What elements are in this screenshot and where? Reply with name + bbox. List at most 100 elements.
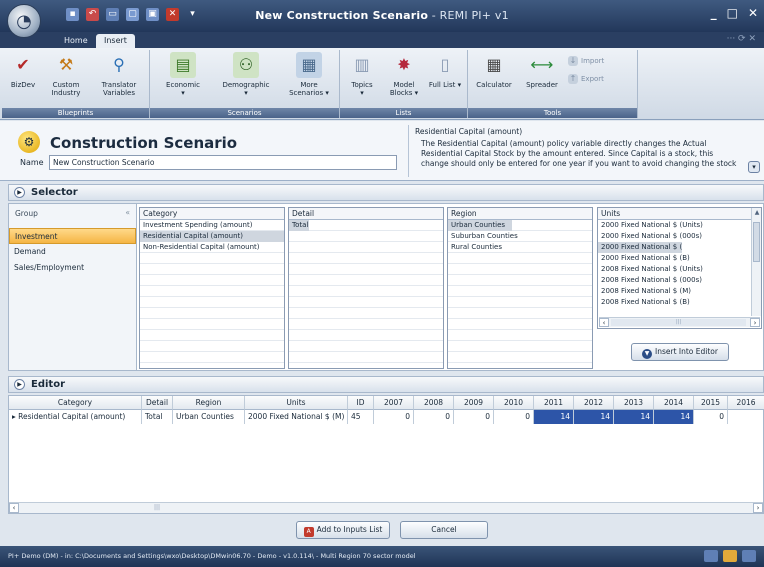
app-menu-button[interactable]: ◔ — [7, 4, 41, 38]
column-header[interactable]: 2013 — [614, 396, 654, 410]
units-horizontal-scrollbar[interactable]: ‹ ||| › — [599, 317, 760, 327]
list-item[interactable]: Suburban Counties — [448, 231, 592, 242]
selector-section-bar[interactable]: ▶ Selector — [8, 184, 764, 201]
list-item[interactable]: Residential Capital (amount) — [140, 231, 284, 242]
column-header[interactable]: Detail — [142, 396, 173, 410]
column-header[interactable]: 2007 — [374, 396, 414, 410]
units-listbox[interactable]: Units 2000 Fixed National $ (Units) 2000… — [597, 207, 762, 329]
list-item[interactable]: 2008 Fixed National $ (M) — [598, 286, 749, 297]
export-button[interactable]: ↑ Export — [568, 74, 624, 84]
expand-collapse-icon[interactable]: ▶ — [14, 379, 25, 390]
model-blocks-icon: ✸ — [397, 55, 411, 74]
scroll-up-icon[interactable]: ▲ — [752, 208, 761, 218]
app-logo-icon: ◔ — [16, 10, 32, 32]
group-item-demand[interactable]: Demand — [9, 244, 136, 260]
column-header[interactable]: 2016 — [728, 396, 764, 410]
column-header[interactable]: Units — [245, 396, 348, 410]
detail-listbox[interactable]: Detail Total — [288, 207, 444, 369]
table-row[interactable]: ▸ Residential Capital (amount) Total Urb… — [9, 410, 764, 424]
cancel-button[interactable]: Cancel — [400, 521, 488, 539]
cell-id[interactable]: 45 — [348, 410, 374, 424]
add-to-inputs-list-button[interactable]: A Add to Inputs List — [296, 521, 390, 539]
cell-units[interactable]: 2000 Fixed National $ (M) — [245, 410, 348, 424]
cell-2014[interactable]: 14 — [654, 410, 694, 424]
expand-collapse-icon[interactable]: ▶ — [14, 187, 25, 198]
chevron-down-icon[interactable]: ▾ — [748, 161, 760, 173]
group-item-investment[interactable]: Investment — [9, 228, 136, 244]
list-item[interactable]: 2008 Fixed National $ (Units) — [598, 264, 749, 275]
list-item[interactable]: Rural Counties — [448, 242, 592, 253]
scroll-right-icon[interactable]: › — [753, 503, 763, 513]
calculator-button[interactable]: ▦ Calculator — [472, 52, 516, 90]
list-item[interactable]: Urban Counties — [448, 220, 512, 231]
maximize-icon[interactable]: □ — [727, 6, 738, 20]
column-header[interactable]: ID — [348, 396, 374, 410]
column-header[interactable]: 2008 — [414, 396, 454, 410]
scroll-left-icon[interactable]: ‹ — [599, 318, 609, 327]
import-button[interactable]: ↓ Import — [568, 56, 624, 66]
more-scenarios-button[interactable]: ▦ More Scenarios ▾ — [284, 52, 334, 97]
translator-variables-button[interactable]: ⚲ Translator Variables — [94, 52, 144, 98]
custom-industry-button[interactable]: ⚒ Custom Industry — [46, 52, 86, 98]
cell-2011[interactable]: 14 — [534, 410, 574, 424]
scroll-right-icon[interactable]: › — [750, 318, 760, 327]
editor-horizontal-scrollbar[interactable]: ‹ ||| › — [9, 502, 763, 513]
economic-button[interactable]: ▤ Economic ▾ — [160, 52, 206, 97]
ribbon-options-icon[interactable]: ··· ⟳ ✕ — [727, 34, 756, 44]
cell-2016[interactable] — [728, 410, 764, 424]
column-header[interactable]: 2009 — [454, 396, 494, 410]
insert-into-editor-button[interactable]: ▼ Insert Into Editor — [631, 343, 729, 361]
scroll-left-icon[interactable]: ‹ — [9, 503, 19, 513]
column-header[interactable]: 2014 — [654, 396, 694, 410]
close-icon[interactable]: ✕ — [748, 6, 758, 20]
cell-2015[interactable]: 0 — [694, 410, 728, 424]
tab-insert[interactable]: Insert — [96, 34, 135, 48]
status-layout-icon[interactable] — [723, 550, 737, 562]
list-item[interactable]: 2000 Fixed National $ (Units) — [598, 220, 749, 231]
list-item[interactable]: 2008 Fixed National $ (B) — [598, 297, 749, 308]
list-item[interactable]: 2000 Fixed National $ (000s) — [598, 231, 749, 242]
topics-button[interactable]: ▥ Topics ▾ — [344, 52, 380, 98]
cell-category[interactable]: ▸ Residential Capital (amount) — [9, 410, 142, 424]
list-item[interactable]: Total — [289, 220, 309, 231]
full-list-label: Full List — [428, 81, 456, 89]
column-header[interactable]: 2015 — [694, 396, 728, 410]
column-header[interactable]: Region — [173, 396, 245, 410]
column-header[interactable]: 2012 — [574, 396, 614, 410]
cell-detail[interactable]: Total — [142, 410, 173, 424]
list-item[interactable]: 2000 Fixed National $ (M) — [598, 242, 682, 253]
export-label: Export — [581, 75, 604, 83]
cell-region[interactable]: Urban Counties — [173, 410, 245, 424]
scroll-thumb[interactable]: ||| — [611, 319, 746, 326]
editor-section-bar[interactable]: ▶ Editor — [8, 376, 764, 393]
tab-home[interactable]: Home — [56, 34, 96, 48]
list-item[interactable]: Non-Residential Capital (amount) — [140, 242, 284, 253]
list-item[interactable]: 2008 Fixed National $ (000s) — [598, 275, 749, 286]
category-listbox[interactable]: Category Investment Spending (amount) Re… — [139, 207, 285, 369]
column-header[interactable]: 2010 — [494, 396, 534, 410]
list-item[interactable]: 2000 Fixed National $ (B) — [598, 253, 749, 264]
region-listbox[interactable]: Region Urban Counties Suburban Counties … — [447, 207, 593, 369]
model-blocks-button[interactable]: ✸ Model Blocks ▾ — [384, 52, 424, 98]
column-header[interactable]: 2011 — [534, 396, 574, 410]
spreader-button[interactable]: ⟷ Spreader — [520, 52, 564, 90]
cell-2013[interactable]: 14 — [614, 410, 654, 424]
cell-2009[interactable]: 0 — [454, 410, 494, 424]
cell-2007[interactable]: 0 — [374, 410, 414, 424]
cell-2008[interactable]: 0 — [414, 410, 454, 424]
status-view-icon[interactable] — [704, 550, 718, 562]
group-item-sales-employment[interactable]: Sales/Employment — [9, 260, 136, 276]
collapse-icon[interactable]: « — [125, 208, 130, 217]
full-list-button[interactable]: ▯ Full List ▾ — [428, 52, 462, 90]
list-item[interactable]: Investment Spending (amount) — [140, 220, 284, 231]
cell-2010[interactable]: 0 — [494, 410, 534, 424]
scenario-name-input[interactable] — [49, 155, 397, 170]
scroll-thumb[interactable]: ||| — [154, 503, 160, 513]
bizdev-button[interactable]: ✔ BizDev — [6, 52, 40, 90]
add-to-inputs-list-label: Add to Inputs List — [316, 525, 383, 534]
status-settings-icon[interactable] — [742, 550, 756, 562]
demographic-button[interactable]: ⚇ Demographic ▾ — [218, 52, 274, 97]
column-header[interactable]: Category — [9, 396, 142, 410]
cell-2012[interactable]: 14 — [574, 410, 614, 424]
minimize-icon[interactable]: _ — [711, 6, 717, 20]
